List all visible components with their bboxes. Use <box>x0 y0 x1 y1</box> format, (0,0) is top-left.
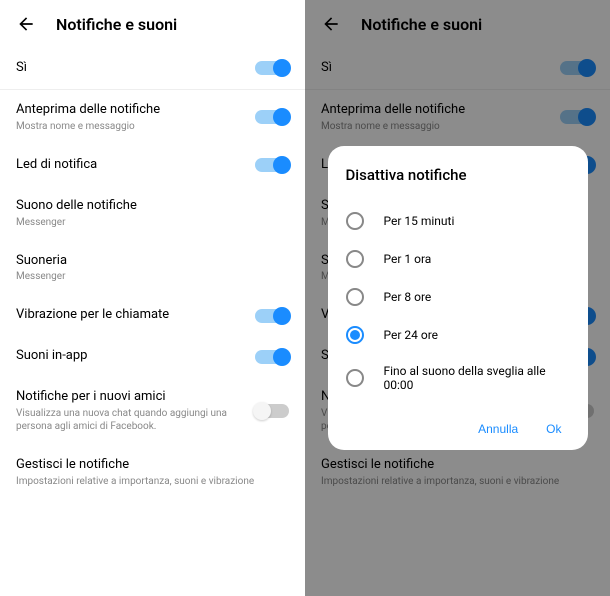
radio-icon[interactable] <box>346 326 364 344</box>
radio-icon[interactable] <box>346 288 364 306</box>
option-alarm[interactable]: Fino al suono della sveglia alle 00:00 <box>346 354 570 402</box>
row-inapp[interactable]: Suoni in-app <box>0 336 305 377</box>
radio-icon[interactable] <box>346 369 364 387</box>
row-master[interactable]: Sì <box>0 48 305 89</box>
mute-dialog: Disattiva notifiche Per 15 minuti Per 1 … <box>328 146 588 450</box>
toggle-vibrate[interactable] <box>255 309 289 323</box>
row-ringtone[interactable]: Suoneria Messenger <box>0 241 305 296</box>
row-title: Notifiche per i nuovi amici <box>16 389 255 406</box>
row-preview[interactable]: Anteprima delle notifiche Mostra nome e … <box>0 90 305 145</box>
row-title: Suono delle notifiche <box>16 198 289 215</box>
cancel-button[interactable]: Annulla <box>478 422 518 436</box>
page-title: Notifiche e suoni <box>56 15 177 34</box>
row-vibrate[interactable]: Vibrazione per le chiamate <box>0 295 305 336</box>
ok-button[interactable]: Ok <box>546 422 561 436</box>
option-8hr[interactable]: Per 8 ore <box>346 278 570 316</box>
row-sub: Impostazioni relative a importanza, suon… <box>16 475 289 488</box>
row-led[interactable]: Led di notifica <box>0 145 305 186</box>
toggle-master[interactable] <box>255 61 289 75</box>
row-sound[interactable]: Suono delle notifiche Messenger <box>0 186 305 241</box>
option-label: Per 15 minuti <box>384 214 455 228</box>
settings-pane-right: Notifiche e suoni Sì Anteprima delle not… <box>305 0 610 596</box>
dialog-actions: Annulla Ok <box>346 422 570 436</box>
toggle-newfriends[interactable] <box>255 404 289 418</box>
row-title: Vibrazione per le chiamate <box>16 307 255 324</box>
option-label: Per 8 ore <box>384 290 432 304</box>
toggle-led[interactable] <box>255 158 289 172</box>
option-label: Per 24 ore <box>384 328 439 342</box>
option-label: Fino al suono della sveglia alle 00:00 <box>384 364 570 392</box>
dialog-title: Disattiva notifiche <box>346 166 570 184</box>
toggle-preview[interactable] <box>255 110 289 124</box>
radio-icon[interactable] <box>346 250 364 268</box>
back-icon[interactable] <box>16 14 36 34</box>
toggle-inapp[interactable] <box>255 350 289 364</box>
row-sub: Visualizza una nuova chat quando aggiung… <box>16 407 255 433</box>
radio-icon[interactable] <box>346 212 364 230</box>
row-title: Suoni in-app <box>16 348 255 365</box>
settings-pane-left: Notifiche e suoni Sì Anteprima delle not… <box>0 0 305 596</box>
option-1hr[interactable]: Per 1 ora <box>346 240 570 278</box>
row-title: Suoneria <box>16 253 289 270</box>
modal-overlay[interactable]: Disattiva notifiche Per 15 minuti Per 1 … <box>305 0 610 596</box>
row-sub: Messenger <box>16 216 289 229</box>
row-sub: Messenger <box>16 270 289 283</box>
row-title: Gestisci le notifiche <box>16 457 289 474</box>
row-manage[interactable]: Gestisci le notifiche Impostazioni relat… <box>0 445 305 500</box>
header: Notifiche e suoni <box>0 0 305 48</box>
row-title: Anteprima delle notifiche <box>16 102 255 119</box>
row-title: Sì <box>16 60 255 77</box>
row-title: Led di notifica <box>16 157 255 174</box>
option-24hr[interactable]: Per 24 ore <box>346 316 570 354</box>
row-sub: Mostra nome e messaggio <box>16 120 255 133</box>
option-15min[interactable]: Per 15 minuti <box>346 202 570 240</box>
option-label: Per 1 ora <box>384 252 432 266</box>
row-newfriends[interactable]: Notifiche per i nuovi amici Visualizza u… <box>0 377 305 445</box>
